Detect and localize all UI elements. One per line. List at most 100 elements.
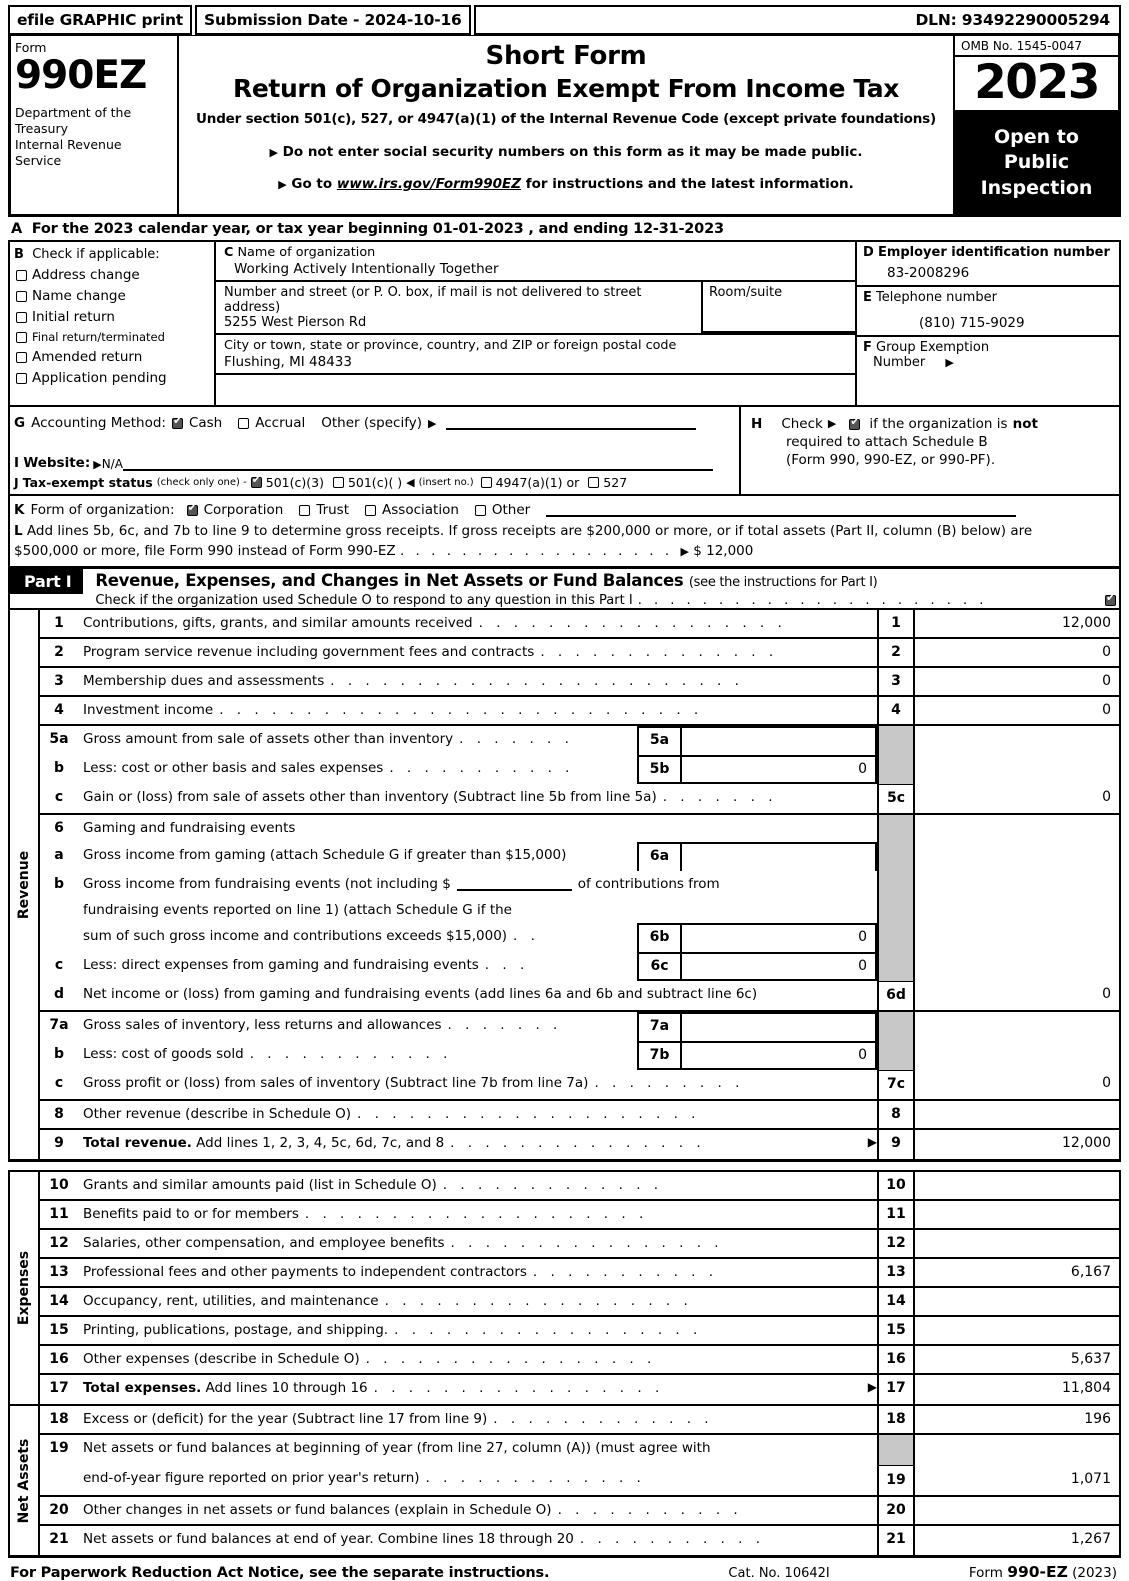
checkbox-527-icon[interactable] [588,477,600,488]
checkbox-icon[interactable] [16,372,27,384]
amount-spacer [915,726,1119,784]
row-desc-text: Printing, publications, postage, and shi… [83,1322,389,1339]
org-street-value: 5255 West Pierson Rd [224,315,367,330]
line-g-accounting-method: G Accounting Method: Cash Accrual Other … [14,415,733,431]
row-amount [915,1201,1119,1228]
checkbox-icon[interactable] [16,290,27,302]
checkbox-initial-return[interactable]: Initial return [16,309,210,325]
checkbox-icon[interactable] [16,269,27,281]
checkbox-amended-return[interactable]: Amended return [16,349,210,365]
row-number: 13 [49,1264,69,1281]
table-row: 13 Professional fees and other payments … [40,1259,1119,1289]
amount-spacer [915,815,1119,981]
row-arrow-cell [857,1526,877,1555]
subbox-value[interactable]: 0 [682,1043,875,1068]
subbox-6a: 6a [637,842,877,872]
org-room-cell: Room/suite [703,282,855,333]
checkbox-accrual-icon[interactable] [238,417,250,429]
subbox-6c: 6c 0 [637,952,877,982]
row-dots: . . . . . . . . . . . [389,760,574,777]
row-amount [915,1288,1119,1315]
line-h-not: not [1012,416,1038,432]
row-desc-text: Net assets or fund balances at end of ye… [83,1531,574,1548]
notice-bullet-1-text: Do not enter social security numbers on … [282,144,863,160]
checkbox-501c-icon[interactable] [332,477,344,488]
ein-value: 83-2008296 [887,265,970,281]
row-number: 12 [49,1235,69,1252]
row-description: Program service revenue including govern… [78,639,857,666]
fundraising-amount-input[interactable] [456,876,572,892]
checkbox-501c3-icon[interactable] [250,474,262,488]
row-dots: . . . . . . . . . . . . . [493,1411,714,1428]
row-number: 14 [49,1293,69,1310]
checkbox-cash-icon[interactable] [171,415,183,429]
subbox-value[interactable] [682,1014,875,1041]
gray-block [879,815,913,982]
row-description: Net assets or fund balances at beginning… [78,1435,877,1465]
org-name-caption: C Name of organization [224,245,855,260]
checkbox-schedule-o-icon[interactable] [1105,592,1116,607]
telephone-letter: E [863,290,872,305]
triangle-left-icon: ◀ [406,476,415,489]
dln-label: DLN: 93492290005294 [473,5,1121,35]
checkbox-trust-icon[interactable] [299,504,311,516]
subbox-value[interactable]: 0 [682,954,875,979]
other-org-input[interactable] [546,503,1017,517]
table-row: c Gross profit or (loss) from sales of i… [40,1070,877,1099]
table-row: 12 Salaries, other compensation, and emp… [40,1230,1119,1260]
checkbox-icon[interactable] [16,331,27,343]
subbox-value[interactable] [682,844,875,871]
line-h-schedule-b: H Check ▶ if the organization is not req… [741,407,1119,494]
triangle-right-icon-2: ▶ [278,178,287,191]
org-name-row: C Name of organization Working Actively … [216,242,855,282]
telephone-caption-text: Telephone number [876,290,997,305]
subbox-value[interactable]: 0 [682,757,875,782]
row-description: Printing, publications, postage, and shi… [78,1317,857,1344]
checkbox-final-return-terminated[interactable]: Final return/terminated [16,330,210,344]
checkbox-icon[interactable] [16,311,27,323]
subbox-value[interactable] [682,728,875,755]
checkbox-corporation-icon[interactable] [186,502,198,516]
row-desc-text: Membership dues and assessments [83,673,325,690]
table-row: b Less: cost of goods sold . . . . . . .… [40,1041,877,1071]
table-row: 2 Program service revenue including gove… [40,639,1119,669]
accounting-and-schedule-b-block: G Accounting Method: Cash Accrual Other … [8,407,1121,496]
line-h-check-label: Check [781,416,823,432]
row-arrow-cell [857,1201,877,1228]
opt-527-label: 527 [603,475,628,490]
row-number: 1 [54,615,64,632]
subbox-6b: 6b 0 [637,923,877,953]
row-dots: . . . . . . . [447,1017,562,1034]
row-dots: . . . . . . . . . . . . . [425,1470,646,1487]
checkbox-other-org-icon[interactable] [474,504,486,516]
checkbox-association-icon[interactable] [365,504,377,516]
row-description: Grants and similar amounts paid (list in… [78,1172,857,1199]
net-assets-rows: 18 Excess or (deficit) for the year (Sub… [40,1406,1119,1556]
org-street-caption: Number and street (or P. O. box, if mail… [224,285,642,315]
row-arrow-cell [857,1101,877,1128]
website-input-underline[interactable] [122,455,713,471]
revenue-label-text: Revenue [16,850,32,919]
checkbox-application-pending[interactable]: Application pending [16,370,210,386]
subbox-value[interactable]: 0 [682,925,875,952]
org-name-caption-text: Name of organization [237,245,376,260]
table-row: 19 Net assets or fund balances at beginn… [40,1435,877,1465]
omb-number: OMB No. 1545-0047 [955,36,1118,57]
table-row: sum of such gross income and contributio… [40,923,877,953]
irs-form-link[interactable]: www.irs.gov/Form990EZ [337,176,521,192]
table-row: 11 Benefits paid to or for members . . .… [40,1201,1119,1231]
subbox-5b: 5b 0 [637,755,877,785]
row-arrow-cell [857,1317,877,1344]
row-desc-text: Gross amount from sale of assets other t… [83,731,454,748]
row-line-ref: 7c [879,1070,913,1100]
row-arrow-icon: ▶ [867,1380,877,1395]
part-1-title: Revenue, Expenses, and Changes in Net As… [95,571,684,591]
checkbox-schedule-b-icon[interactable] [849,416,861,430]
other-specify-input[interactable] [446,416,697,430]
row-description: fundraising events reported on line 1) (… [78,897,877,923]
checkbox-icon[interactable] [16,351,27,363]
checkbox-4947a1-icon[interactable] [480,477,492,488]
checkbox-address-change[interactable]: Address change [16,267,210,283]
row-amount: 0 [1102,789,1111,806]
checkbox-name-change[interactable]: Name change [16,288,210,304]
